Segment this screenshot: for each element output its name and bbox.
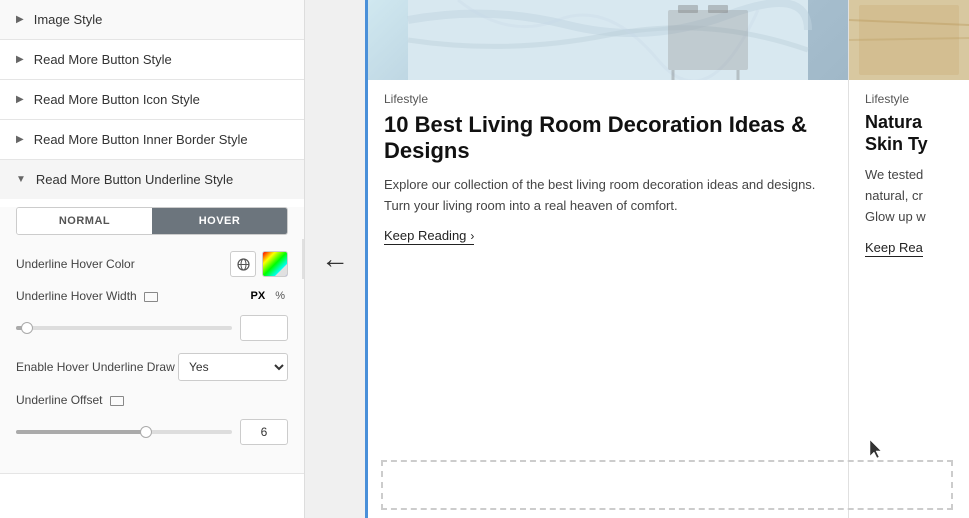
unit-percent-button[interactable]: %	[272, 289, 288, 303]
chevron-icon: ▶	[16, 14, 24, 25]
accordion-read-more-button-icon-style-header[interactable]: ▶ Read More Button Icon Style	[0, 80, 304, 119]
enable-hover-underline-draw-select[interactable]: Yes No	[178, 353, 288, 381]
chevron-down-icon: ▼	[16, 174, 26, 185]
underline-offset-input[interactable]: 6	[240, 419, 288, 445]
accordion-image-style-label: Image Style	[34, 12, 103, 27]
panel-collapse-arrow[interactable]: ‹	[302, 239, 305, 279]
card-link-2[interactable]: Keep Rea	[865, 240, 923, 257]
back-arrow-area: ←	[305, 0, 365, 518]
card-link-text-2: Keep Rea	[865, 240, 923, 255]
accordion-image-style: ▶ Image Style	[0, 0, 304, 40]
underline-offset-label: Underline Offset	[16, 393, 288, 407]
underline-offset-row: Underline Offset	[16, 393, 288, 407]
accordion-read-more-button-style-header[interactable]: ▶ Read More Button Style	[0, 40, 304, 79]
card-image-1	[368, 0, 848, 80]
accordion-image-style-header[interactable]: ▶ Image Style	[0, 0, 304, 39]
underline-hover-width-label: Underline Hover Width	[16, 289, 248, 303]
underline-offset-slider-row: 6	[16, 419, 288, 445]
underline-offset-slider[interactable]	[16, 430, 232, 434]
accordion-read-more-button-inner-border-style-label: Read More Button Inner Border Style	[34, 132, 248, 147]
accordion-read-more-button-inner-border-style: ▶ Read More Button Inner Border Style	[0, 120, 304, 160]
accordion-read-more-button-icon-style-label: Read More Button Icon Style	[34, 92, 200, 107]
underline-hover-width-input[interactable]	[240, 315, 288, 341]
dashed-drop-area	[381, 460, 953, 510]
card-body-1: Lifestyle 10 Best Living Room Decoration…	[368, 80, 848, 518]
back-arrow-button[interactable]: ←	[321, 243, 349, 275]
settings-panel: ▶ Image Style ▶ Read More Button Style ▶…	[0, 0, 305, 518]
color-controls	[230, 251, 288, 277]
card-title-2: Natura Skin Ty	[865, 112, 953, 155]
chevron-icon: ▶	[16, 94, 24, 105]
underline-hover-width-slider-row	[16, 315, 288, 341]
accordion-read-more-button-inner-border-style-header[interactable]: ▶ Read More Button Inner Border Style	[0, 120, 304, 159]
accordion-read-more-button-underline-style: ▼ Read More Button Underline Style NORMA…	[0, 160, 304, 474]
article-card-2: Lifestyle Natura Skin Ty We tested natur…	[849, 0, 969, 518]
chevron-icon: ▶	[16, 54, 24, 65]
card-category-2: Lifestyle	[865, 92, 953, 106]
globe-button[interactable]	[230, 251, 256, 277]
accordion-read-more-button-icon-style: ▶ Read More Button Icon Style	[0, 80, 304, 120]
tab-normal[interactable]: NORMAL	[17, 208, 152, 234]
enable-hover-underline-draw-label: Enable Hover Underline Draw	[16, 360, 178, 374]
color-swatch[interactable]	[262, 251, 288, 277]
unit-px-button[interactable]: PX	[248, 289, 269, 303]
chevron-icon: ▶	[16, 134, 24, 145]
accordion-read-more-button-style: ▶ Read More Button Style	[0, 40, 304, 80]
card-body-2: Lifestyle Natura Skin Ty We tested natur…	[849, 80, 969, 518]
card-link-arrow-1: ›	[470, 229, 474, 243]
card-excerpt-2: We tested natural, cr Glow up w	[865, 165, 953, 227]
underline-hover-color-row: Underline Hover Color	[16, 251, 288, 277]
card-image-2	[849, 0, 969, 80]
accordion-read-more-button-underline-style-header[interactable]: ▼ Read More Button Underline Style	[0, 160, 304, 199]
accordion-read-more-button-underline-style-label: Read More Button Underline Style	[36, 172, 233, 187]
preview-area: Lifestyle 10 Best Living Room Decoration…	[365, 0, 969, 518]
unit-toggle: PX %	[248, 289, 288, 303]
underline-hover-color-label: Underline Hover Color	[16, 257, 230, 271]
tab-hover[interactable]: HOVER	[152, 208, 287, 234]
underline-hover-width-slider[interactable]	[16, 326, 232, 330]
article-card-1: Lifestyle 10 Best Living Room Decoration…	[365, 0, 849, 518]
enable-hover-underline-draw-row: Enable Hover Underline Draw Yes No	[16, 353, 288, 381]
card-title-1: 10 Best Living Room Decoration Ideas & D…	[384, 112, 832, 165]
card-category-1: Lifestyle	[384, 92, 832, 106]
card-excerpt-1: Explore our collection of the best livin…	[384, 175, 832, 217]
normal-hover-tab-group: NORMAL HOVER	[16, 207, 288, 235]
card-link-1[interactable]: Keep Reading ›	[384, 228, 474, 245]
cards-container: Lifestyle 10 Best Living Room Decoration…	[365, 0, 969, 518]
card-link-text-1: Keep Reading	[384, 228, 466, 243]
accordion-read-more-button-underline-style-body: NORMAL HOVER Underline Hover Color	[0, 207, 304, 473]
underline-hover-width-row: Underline Hover Width PX %	[16, 289, 288, 303]
accordion-read-more-button-style-label: Read More Button Style	[34, 52, 172, 67]
